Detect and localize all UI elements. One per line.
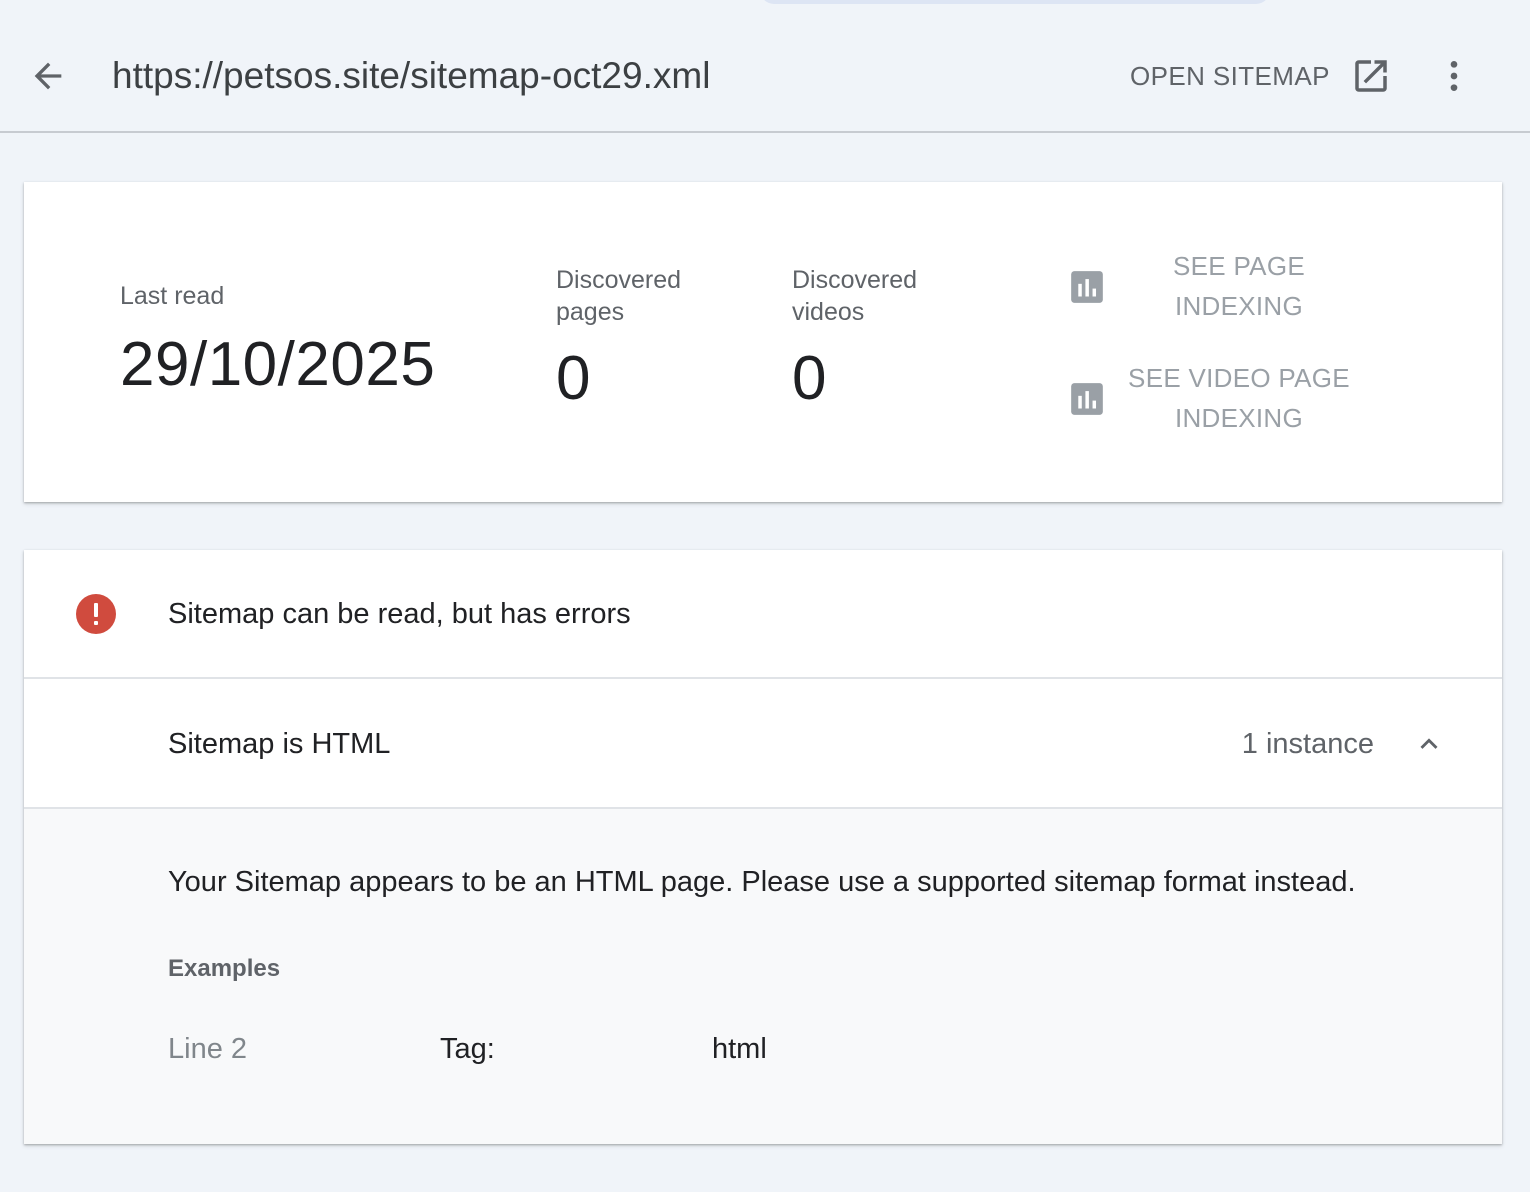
arrow-back-icon — [34, 62, 62, 90]
open-sitemap-button[interactable]: OPEN SITEMAP — [1130, 52, 1392, 100]
see-video-page-indexing-link[interactable]: SEE VIDEO PAGE INDEXING — [1064, 358, 1364, 438]
see-page-indexing-link[interactable]: SEE PAGE INDEXING — [1064, 246, 1364, 326]
example-tag-label: Tag: — [440, 1033, 495, 1065]
back-button[interactable] — [24, 52, 72, 100]
last-read-value: 29/10/2025 — [120, 330, 436, 399]
issue-description: Your Sitemap appears to be an HTML page.… — [168, 866, 1356, 898]
bar-chart-icon — [1071, 271, 1103, 303]
discovered-pages-value: 0 — [556, 344, 591, 413]
bar-chart-icon — [1071, 383, 1103, 415]
page-header: https://petsos.site/sitemap-oct29.xml OP… — [0, 0, 1530, 133]
discovered-videos-value: 0 — [792, 344, 827, 413]
example-line-number: Line 2 — [168, 1033, 248, 1065]
open-sitemap-label: OPEN SITEMAP — [1130, 60, 1330, 91]
open-in-new-icon — [1350, 55, 1392, 97]
issue-row-sitemap-is-html[interactable]: Sitemap is HTML 1 instance — [24, 679, 1502, 809]
discovered-videos-label: Discovered videos — [792, 266, 918, 326]
chevron-up-icon[interactable] — [1406, 721, 1452, 767]
page-title: https://petsos.site/sitemap-oct29.xml — [112, 55, 711, 96]
more-options-button[interactable] — [1430, 52, 1478, 100]
examples-heading: Examples — [168, 955, 281, 982]
status-message: Sitemap can be read, but has errors — [168, 598, 631, 630]
sitemap-errors-card: Sitemap can be read, but has errors Site… — [24, 550, 1502, 1144]
issue-instance-count: 1 instance — [1241, 728, 1374, 760]
example-tag-value: html — [712, 1033, 767, 1065]
error-icon — [76, 594, 116, 634]
last-read-label: Last read — [120, 282, 225, 310]
issue-title: Sitemap is HTML — [168, 728, 391, 760]
status-row: Sitemap can be read, but has errors — [24, 550, 1502, 679]
issue-details-panel: Your Sitemap appears to be an HTML page.… — [24, 809, 1502, 1144]
more-vert-icon — [1450, 61, 1458, 91]
see-page-indexing-label: SEE PAGE INDEXING — [1173, 251, 1305, 321]
sitemap-summary-card: Last read 29/10/2025 Discovered pages 0 … — [24, 182, 1502, 502]
discovered-pages-label: Discovered pages — [556, 266, 682, 326]
see-video-page-indexing-label: SEE VIDEO PAGE INDEXING — [1128, 363, 1350, 433]
